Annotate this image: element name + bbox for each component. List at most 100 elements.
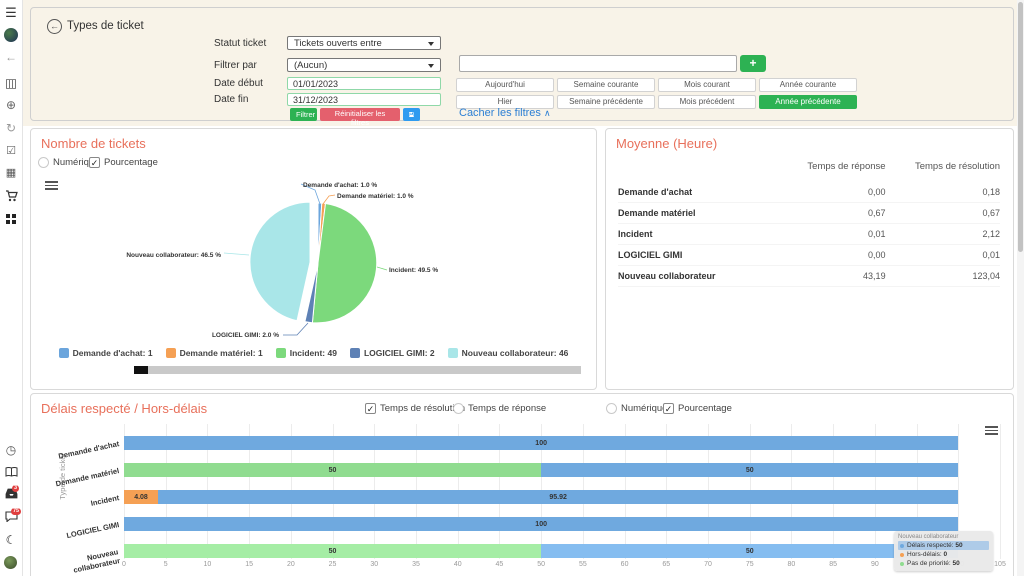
user-avatar[interactable] xyxy=(4,556,17,569)
legend-item-incident[interactable]: Incident: 49 xyxy=(276,348,337,358)
bar-value-label: 50 xyxy=(313,467,353,474)
tooltip-dot xyxy=(900,544,904,548)
page-scrollbar[interactable] xyxy=(1017,0,1024,576)
chat-badge: 75 xyxy=(11,508,21,515)
checked-box-icon: ✓ xyxy=(89,157,100,168)
shortcut-semaine-courante[interactable]: Semaine courante xyxy=(557,78,655,92)
inbox-icon[interactable]: 3 xyxy=(0,488,22,502)
x-axis-tick: 80 xyxy=(779,561,803,568)
inbox-badge: 3 xyxy=(12,485,19,492)
legend-swatch xyxy=(448,348,458,358)
shortcut-annee-courante[interactable]: Année courante xyxy=(759,78,857,92)
legend-label: Nouveau collaborateur: 46 xyxy=(462,348,569,358)
shortcut-mois-courant[interactable]: Mois courant xyxy=(658,78,756,92)
cart-icon[interactable] xyxy=(0,190,22,205)
temps-resolution-value: 123,04 xyxy=(886,266,1000,287)
shortcut-mois-precedent[interactable]: Mois précédent xyxy=(658,95,756,109)
tooltip-line-hors-delais: Hors-délais: 0 xyxy=(898,550,989,559)
x-axis-tick: 35 xyxy=(404,561,428,568)
legend-item-demande-materiel[interactable]: Demande matériel: 1 xyxy=(166,348,263,358)
temps-reponse-value: 43,19 xyxy=(792,266,886,287)
pie-slice-label: Demande matériel: 1.0 % xyxy=(337,193,414,200)
grid-apps-icon[interactable] xyxy=(6,214,16,224)
tooltip-line-pas-de-priorite: Pas de priorité: 50 xyxy=(898,559,989,568)
option-numerique[interactable]: Numérique xyxy=(606,403,667,414)
radio-circle-icon xyxy=(606,403,617,414)
pie-slice-label: Incident: 49.5 % xyxy=(389,267,438,274)
statut-ticket-select[interactable]: Tickets ouverts entre xyxy=(287,36,441,50)
sidebar: ☰ ← ⊕ ↻ ☑ ▦ ◷ 3 75 ☾ xyxy=(0,0,23,576)
pie-slice-label: LOGICIEL GIMI: 2.0 % xyxy=(212,332,279,339)
add-saved-filter-button[interactable]: + xyxy=(740,55,766,72)
hamburger-menu-icon[interactable]: ☰ xyxy=(0,6,22,20)
book-icon[interactable] xyxy=(0,466,22,480)
hide-filters-link[interactable]: Cacher les filtres ∧ xyxy=(459,107,551,119)
pie-legend: Demande d'achat: 1 Demande matériel: 1 Inc… xyxy=(31,348,596,358)
pie-chart[interactable]: Demande d'achat: 1.0 % Demande matériel: … xyxy=(31,177,596,347)
date-debut-label: Date début xyxy=(214,78,263,89)
pie-scrollbar[interactable] xyxy=(134,366,581,374)
legend-swatch xyxy=(166,348,176,358)
temps-resolution-value: 0,67 xyxy=(886,203,1000,224)
chevron-down-icon xyxy=(428,64,434,68)
date-fin-label: Date fin xyxy=(214,94,248,105)
legend-item-demande-d-achat[interactable]: Demande d'achat: 1 xyxy=(59,348,153,358)
option-temps-de-reponse[interactable]: Temps de réponse xyxy=(453,403,546,414)
chat-clock-icon[interactable]: ◷ xyxy=(0,443,22,457)
category-label-incident: Incident xyxy=(40,493,120,518)
row-label: Demande d'achat xyxy=(618,182,792,203)
option-pourcentage[interactable]: ✓Pourcentage xyxy=(663,403,732,414)
tickets-count-panel: Nombre de tickets Numérique✓Pourcentage … xyxy=(30,128,597,390)
back-button-icon[interactable]: ← xyxy=(47,19,62,34)
tooltip-line-delais-respecte: Délais respecté: 50 xyxy=(898,541,989,550)
x-axis-tick: 90 xyxy=(863,561,887,568)
shortcut-aujourd-hui[interactable]: Aujourd'hui xyxy=(456,78,554,92)
x-axis-tick: 50 xyxy=(529,561,553,568)
date-fin-input[interactable] xyxy=(287,93,441,106)
chart-tooltip: Nouveau collaborateurDélais respecté: 50… xyxy=(894,531,993,571)
pie-scrollbar-thumb[interactable] xyxy=(134,366,148,374)
moon-dark-mode-icon[interactable]: ☾ xyxy=(0,533,22,547)
pie-slice-nouveau-collaborateur[interactable] xyxy=(250,202,310,321)
globe-avatar-icon[interactable] xyxy=(4,28,18,42)
page-scrollbar-thumb[interactable] xyxy=(1018,2,1023,252)
checkbox-check-icon[interactable]: ☑ xyxy=(0,144,22,158)
option-temps-de-resolution[interactable]: ✓Temps de résolution xyxy=(365,403,465,414)
chat-bubble-icon[interactable]: 75 xyxy=(0,511,22,525)
legend-item-logiciel-gimi[interactable]: LOGICIEL GIMI: 2 xyxy=(350,348,435,358)
temps-reponse-value: 0,00 xyxy=(792,182,886,203)
chart-menu-icon[interactable] xyxy=(985,426,998,437)
bar-value-label: 50 xyxy=(730,548,770,555)
temps-reponse-value: 0,67 xyxy=(792,203,886,224)
sync-icon[interactable]: ↻ xyxy=(0,121,22,135)
x-axis-tick: 70 xyxy=(696,561,720,568)
save-filter-button[interactable] xyxy=(403,108,420,121)
x-axis-tick: 10 xyxy=(195,561,219,568)
filtrer-par-select[interactable]: (Aucun) xyxy=(287,58,441,72)
radio-circle-icon xyxy=(453,403,464,414)
temps-resolution-value: 0,18 xyxy=(886,182,1000,203)
row-label: Nouveau collaborateur xyxy=(618,266,792,287)
option-pourcentage[interactable]: ✓ Pourcentage xyxy=(89,157,158,168)
column-header-reponse: Temps de réponse xyxy=(792,155,886,182)
legend-swatch xyxy=(59,348,69,358)
circle-plus-icon[interactable]: ⊕ xyxy=(0,98,22,112)
pie-slice-label: Demande d'achat: 1.0 % xyxy=(303,182,377,189)
saved-filter-name-input[interactable] xyxy=(459,55,737,72)
qr-grid-icon[interactable]: ▦ xyxy=(0,166,22,180)
shortcut-semaine-precedente[interactable]: Semaine précédente xyxy=(557,95,655,109)
temps-reponse-value: 0,00 xyxy=(792,245,886,266)
checked-box-icon: ✓ xyxy=(663,403,674,414)
legend-item-nouveau-collaborateur[interactable]: Nouveau collaborateur: 46 xyxy=(448,348,569,358)
x-axis-tick: 40 xyxy=(446,561,470,568)
option-label: Pourcentage xyxy=(104,157,158,168)
date-debut-input[interactable] xyxy=(287,77,441,90)
reset-filters-button[interactable]: Réinitialiser les filtres xyxy=(320,108,400,121)
back-arrow-icon[interactable]: ← xyxy=(0,50,22,64)
gridline xyxy=(1000,424,1001,559)
chevron-up-icon: ∧ xyxy=(544,108,551,118)
barcode-icon[interactable] xyxy=(6,79,16,89)
bar-value-label: 4.08 xyxy=(121,494,161,501)
filter-button[interactable]: Filtrer xyxy=(290,108,317,121)
shortcut-annee-precedente[interactable]: Année précédente xyxy=(759,95,857,109)
